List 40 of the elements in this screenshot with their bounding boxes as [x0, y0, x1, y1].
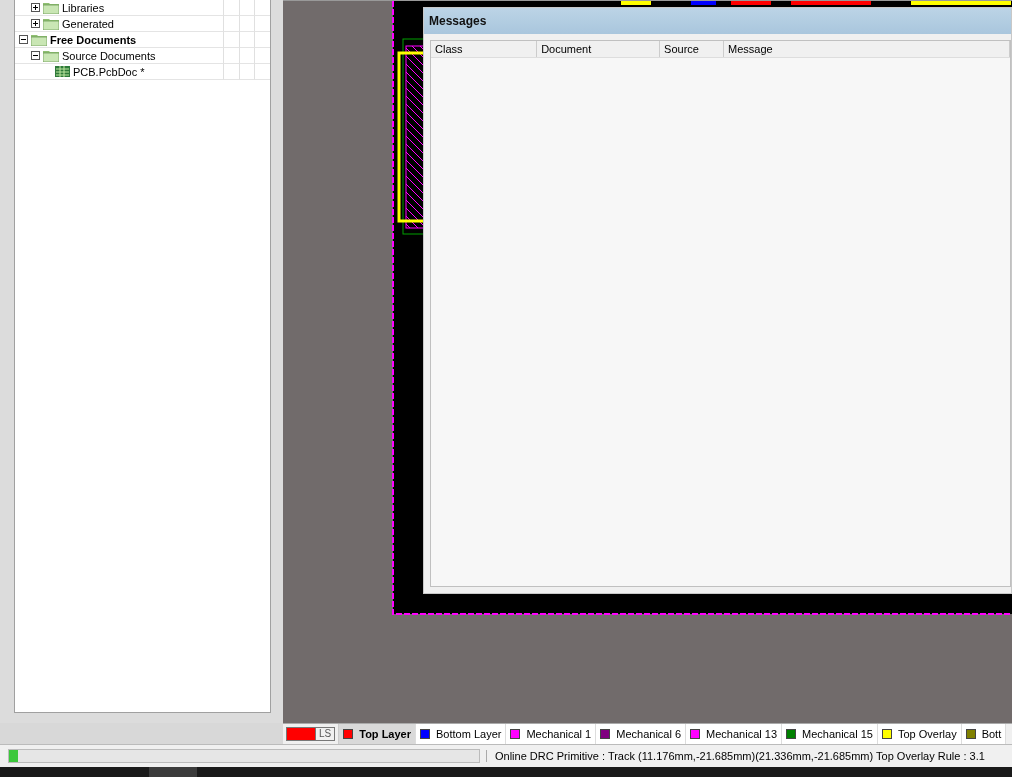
folder-icon — [43, 17, 59, 30]
tree-cell — [254, 32, 270, 48]
folder-icon — [43, 49, 59, 62]
tree-item[interactable]: Generated — [62, 17, 114, 30]
tree-cell — [238, 16, 255, 32]
panel-title: Messages — [424, 8, 1011, 34]
pcb-canvas[interactable]: Messages Class Document Source Message — [283, 0, 1012, 723]
folder-icon — [31, 33, 47, 46]
layer-tab[interactable]: Mechanical 1 — [506, 724, 597, 744]
column-header[interactable]: Message — [724, 41, 1010, 57]
tree-cell — [238, 0, 255, 16]
tree-cell — [238, 64, 255, 80]
tree-cell — [238, 48, 255, 64]
tree-item[interactable]: PCB.PcbDoc * — [73, 65, 145, 78]
column-header[interactable]: Source — [660, 41, 725, 57]
tree-cell — [254, 48, 270, 64]
layer-tab[interactable]: Bottom Layer — [416, 724, 507, 744]
layer-tab[interactable]: Top Layer — [339, 724, 416, 744]
tree-item[interactable]: Free Documents — [50, 33, 137, 46]
collapse-toggle[interactable] — [31, 51, 40, 60]
current-layer-swatch[interactable] — [286, 727, 316, 741]
expand-toggle[interactable] — [31, 19, 40, 28]
tree-item[interactable]: Libraries — [62, 1, 105, 14]
column-header[interactable]: Document — [537, 41, 661, 57]
pcb-file-icon — [55, 66, 70, 77]
layer-tab[interactable]: Top Overlay — [877, 724, 962, 744]
expand-toggle[interactable] — [31, 3, 40, 12]
layer-tab[interactable]: Mechanical 13 — [686, 724, 782, 744]
layer-set-label[interactable]: LS — [316, 727, 336, 741]
tree-cell — [238, 32, 255, 48]
tree-cell — [254, 64, 270, 80]
collapse-toggle[interactable] — [19, 35, 28, 44]
status-text: Online DRC Primitive : Track (11.176mm,-21.685mm)(21.336mm,-21.685mm) Top Overlay Rule : 3.1 — [486, 750, 985, 762]
layer-tab[interactable]: Mechanical 6 — [596, 724, 687, 744]
folder-icon — [43, 1, 59, 14]
layer-tab[interactable]: Mechanical 15 — [782, 724, 878, 744]
tree-item[interactable]: Source Documents — [62, 49, 156, 62]
column-header[interactable]: Class — [431, 41, 538, 57]
tree-cell — [254, 16, 270, 32]
layer-tab[interactable]: Bott — [961, 724, 1007, 744]
